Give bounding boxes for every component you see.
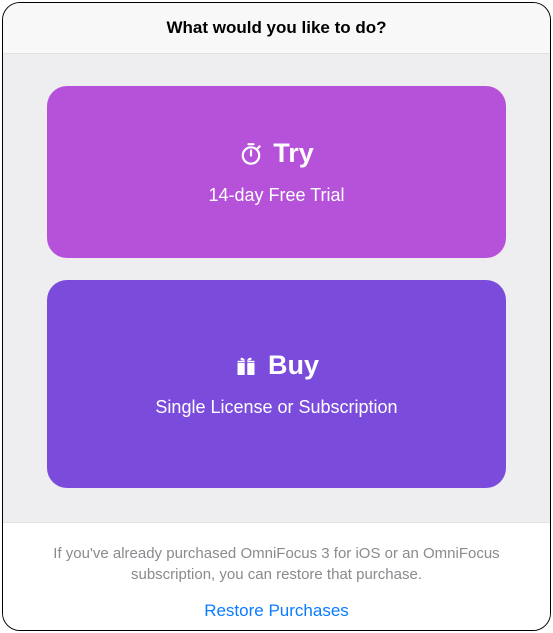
try-card-heading: Try xyxy=(239,138,314,169)
try-card[interactable]: Try 14-day Free Trial xyxy=(47,86,506,258)
try-card-subtitle: 14-day Free Trial xyxy=(208,185,344,206)
dialog-content: Try 14-day Free Trial Buy Sing xyxy=(3,54,550,523)
dialog-footer: If you've already purchased OmniFocus 3 … xyxy=(3,523,550,631)
dialog-title: What would you like to do? xyxy=(3,18,550,38)
dialog-header: What would you like to do? xyxy=(3,3,550,54)
stopwatch-icon xyxy=(239,142,263,166)
buy-card[interactable]: Buy Single License or Subscription xyxy=(47,280,506,488)
purchase-dialog: What would you like to do? Try 14-day Fr… xyxy=(2,2,551,631)
buy-card-heading: Buy xyxy=(234,350,319,381)
buy-card-title: Buy xyxy=(268,350,319,381)
buy-card-subtitle: Single License or Subscription xyxy=(155,397,397,418)
footer-text: If you've already purchased OmniFocus 3 … xyxy=(51,543,502,585)
gift-icon xyxy=(234,354,258,378)
try-card-title: Try xyxy=(273,138,314,169)
restore-purchases-link[interactable]: Restore Purchases xyxy=(204,601,349,621)
